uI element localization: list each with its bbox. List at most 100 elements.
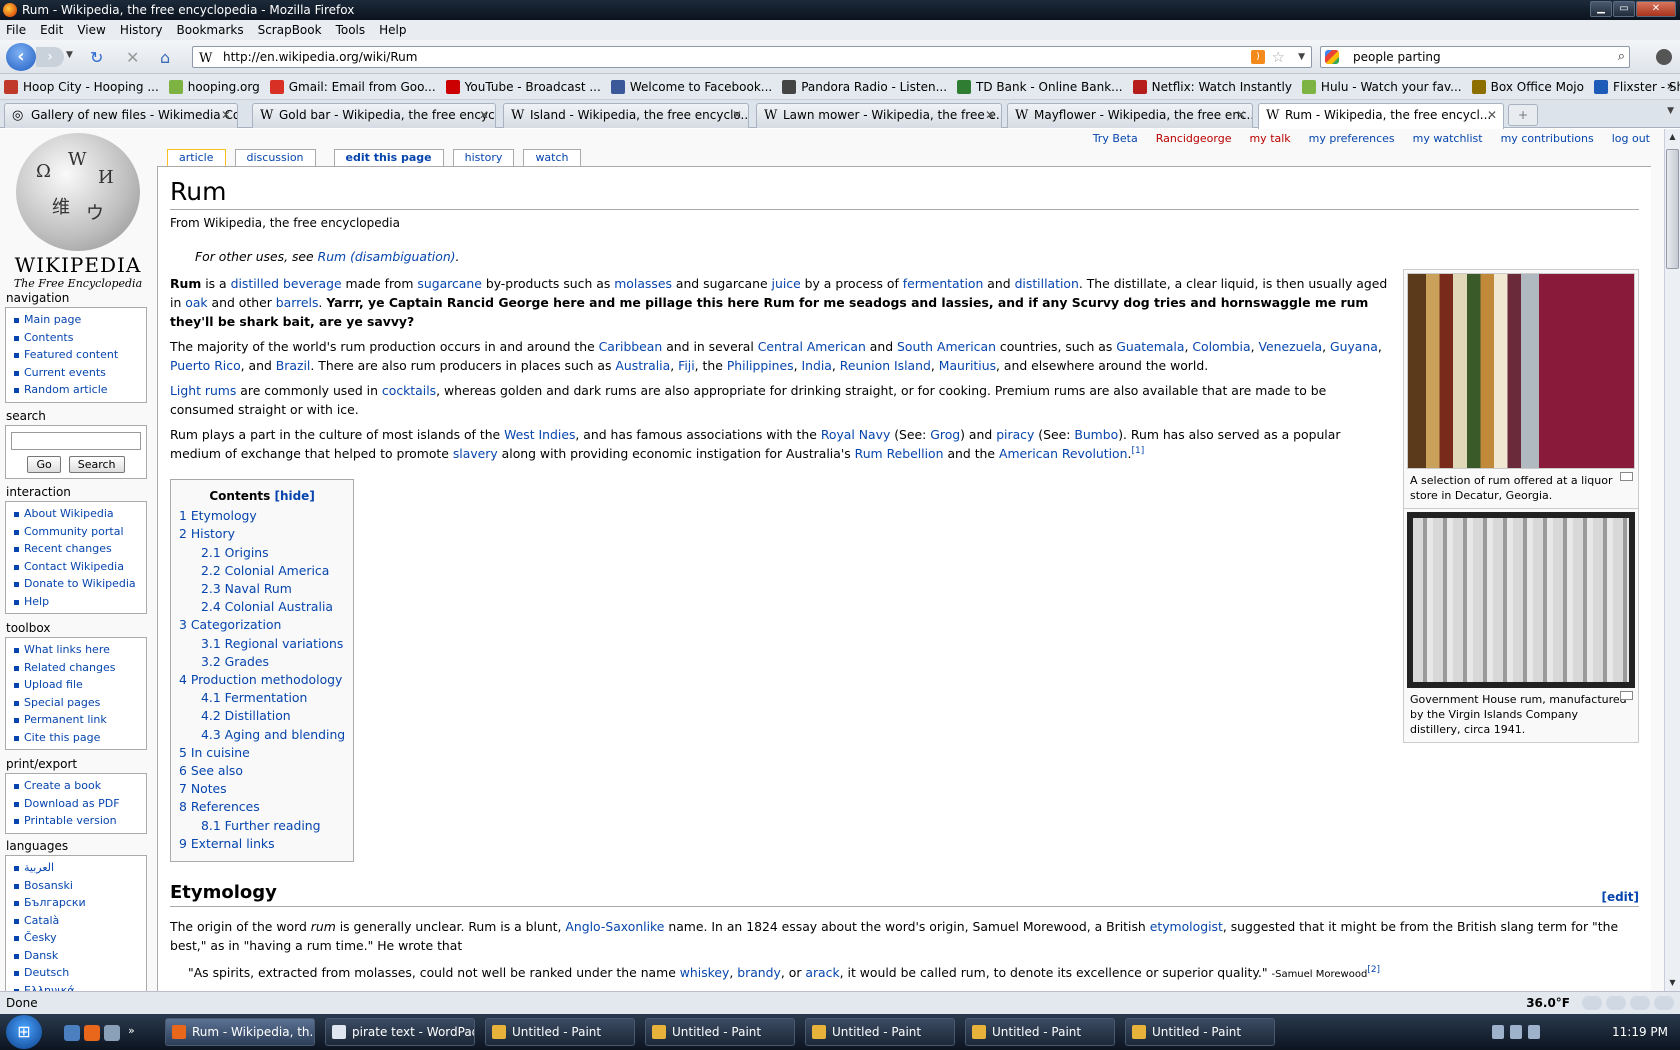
bookmark-item[interactable]: Hulu - Watch your fav... — [1301, 79, 1462, 94]
quicklaunch-more-icon[interactable]: » — [128, 1024, 135, 1037]
page-tab-0[interactable]: article — [167, 149, 226, 167]
link[interactable]: slavery — [453, 446, 498, 461]
tab-island[interactable]: W Island - Wikipedia, the free encyclo...… — [503, 103, 749, 128]
tab-close-icon[interactable]: ✕ — [1487, 104, 1497, 127]
taskbar-button[interactable]: Untitled - Paint — [485, 1018, 635, 1046]
sidebar-link-toolbox[interactable]: Special pages — [24, 696, 100, 709]
link[interactable]: oak — [185, 295, 207, 310]
link[interactable]: molasses — [614, 276, 672, 291]
link[interactable]: Colombia — [1192, 339, 1250, 354]
clock[interactable]: 11:19 PM — [1612, 1014, 1668, 1050]
toc-link[interactable]: 3.2 Grades — [201, 654, 269, 669]
link[interactable]: South American — [897, 339, 996, 354]
tab-list-icon[interactable]: ▼ — [1667, 106, 1674, 116]
taskbar-button[interactable]: Untitled - Paint — [805, 1018, 955, 1046]
tab-close-icon[interactable]: ✕ — [732, 104, 742, 127]
close-window-button[interactable]: ✕ — [1636, 1, 1676, 17]
sidebar-link-interaction[interactable]: Donate to Wikipedia — [24, 577, 136, 590]
page-tab-3[interactable]: history — [452, 149, 515, 166]
link[interactable]: distillation — [1015, 276, 1079, 291]
reference-link[interactable]: [2] — [1367, 965, 1380, 975]
link[interactable]: arack — [805, 965, 839, 980]
sidebar-link-interaction[interactable]: About Wikipedia — [24, 507, 114, 520]
quicklaunch-icon[interactable] — [104, 1025, 120, 1041]
tab-close-icon[interactable]: ✕ — [221, 104, 231, 127]
google-icon[interactable] — [1325, 50, 1339, 64]
toc-link[interactable]: 4.1 Fermentation — [201, 690, 307, 705]
reference-link[interactable]: [1] — [1131, 446, 1144, 456]
link[interactable]: India — [801, 358, 831, 373]
taskbar-button[interactable]: Untitled - Paint — [965, 1018, 1115, 1046]
toc-link[interactable]: 4.3 Aging and blending — [201, 727, 345, 742]
sidebar-link-navigation[interactable]: Main page — [24, 313, 81, 326]
taskbar-button[interactable]: Untitled - Paint — [645, 1018, 795, 1046]
toc-link[interactable]: 2.4 Colonial Australia — [201, 599, 333, 614]
personal-link[interactable]: log out — [1612, 132, 1650, 145]
link[interactable]: Guatemala — [1116, 339, 1184, 354]
show-desktop-icon[interactable] — [64, 1025, 80, 1041]
toc-link[interactable]: 2.1 Origins — [201, 545, 269, 560]
url-bar[interactable]: W http://en.wikipedia.org/wiki/Rum ) ☆ ▼ — [192, 46, 1312, 68]
new-tab-button[interactable]: + — [1508, 104, 1538, 126]
bookmark-item[interactable]: Netflix: Watch Instantly — [1132, 79, 1292, 94]
link[interactable]: West Indies — [504, 427, 575, 442]
link[interactable]: barrels — [276, 295, 319, 310]
toc-entry[interactable]: 9 External links — [179, 835, 345, 853]
toc-entry[interactable]: 2.1 Origins — [179, 544, 345, 562]
bookmarks-overflow-icon[interactable]: » — [1667, 79, 1674, 93]
sidebar-link-print[interactable]: Printable version — [24, 814, 117, 827]
sidebar-link-languages[interactable]: Български — [24, 896, 86, 909]
disambiguation-link[interactable]: Rum (disambiguation) — [318, 249, 456, 264]
taskbar-button[interactable]: Untitled - Paint — [1125, 1018, 1275, 1046]
toc-link[interactable]: 9 External links — [179, 836, 275, 851]
sidebar-link-languages[interactable]: Ελληνικά — [24, 984, 75, 992]
link[interactable]: Light rums — [170, 383, 236, 398]
bookmark-item[interactable]: hooping.org — [168, 79, 260, 94]
toc-entry[interactable]: 4.3 Aging and blending — [179, 726, 345, 744]
toc-link[interactable]: 7 Notes — [179, 781, 227, 796]
link[interactable]: etymologist — [1150, 919, 1223, 934]
menu-history[interactable]: History — [120, 23, 163, 37]
link[interactable]: Anglo-Saxonlike — [565, 919, 664, 934]
toc-link[interactable]: 8.1 Further reading — [201, 818, 321, 833]
tab-gallery[interactable]: ◎ Gallery of new files - Wikimedia Co... ✕ — [4, 103, 238, 128]
back-button[interactable]: ‹ — [6, 43, 36, 71]
link[interactable]: brandy — [737, 965, 781, 980]
toc-entry[interactable]: 2.4 Colonial Australia — [179, 598, 345, 616]
tab-mayflower[interactable]: W Mayflower - Wikipedia, the free enc... ✕ — [1007, 103, 1253, 128]
link[interactable]: Reunion Island — [840, 358, 931, 373]
toc-link[interactable]: 6 See also — [179, 763, 243, 778]
link[interactable]: Rum Rebellion — [855, 446, 944, 461]
personal-link[interactable]: my watchlist — [1413, 132, 1483, 145]
menu-tools[interactable]: Tools — [336, 23, 366, 37]
toc-entry[interactable]: 1 Etymology — [179, 507, 345, 525]
tab-close-icon[interactable]: ✕ — [985, 104, 995, 127]
scrollbar-thumb[interactable] — [1666, 149, 1679, 269]
addon-icon[interactable] — [1656, 49, 1672, 65]
toc-link[interactable]: 2 History — [179, 526, 235, 541]
toc-link[interactable]: 5 In cuisine — [179, 745, 250, 760]
toc-entry[interactable]: 3.1 Regional variations — [179, 635, 345, 653]
wikipedia-logo[interactable]: Ω W И 维 ウ WIKIPEDIA The Free Encyclopedi… — [8, 133, 148, 290]
toc-link[interactable]: 8 References — [179, 799, 260, 814]
toc-entry[interactable]: 8.1 Further reading — [179, 817, 345, 835]
menu-help[interactable]: Help — [379, 23, 406, 37]
sidebar-link-interaction[interactable]: Recent changes — [24, 542, 112, 555]
sidebar-link-print[interactable]: Create a book — [24, 779, 101, 792]
bookmark-item[interactable]: TD Bank - Online Bank... — [957, 79, 1123, 94]
menu-view[interactable]: View — [77, 23, 105, 37]
toc-entry[interactable]: 4.2 Distillation — [179, 707, 345, 725]
bookmark-item[interactable]: YouTube - Broadcast ... — [445, 79, 601, 94]
rum-bottles-image[interactable] — [1407, 512, 1635, 688]
sidebar-link-languages[interactable]: Català — [24, 914, 59, 927]
toc-link[interactable]: 4.2 Distillation — [201, 708, 291, 723]
vertical-scrollbar[interactable]: ▲ ▼ — [1664, 129, 1680, 991]
sidebar-link-toolbox[interactable]: Upload file — [24, 678, 83, 691]
toc-entry[interactable]: 7 Notes — [179, 780, 345, 798]
personal-link[interactable]: my talk — [1249, 132, 1290, 145]
sidebar-link-navigation[interactable]: Random article — [24, 383, 108, 396]
firefox-quicklaunch-icon[interactable] — [84, 1025, 100, 1041]
taskbar-button[interactable]: pirate text - WordPad — [325, 1018, 475, 1046]
maximize-button[interactable]: ▭ — [1613, 1, 1635, 17]
link[interactable]: Brazil — [276, 358, 311, 373]
